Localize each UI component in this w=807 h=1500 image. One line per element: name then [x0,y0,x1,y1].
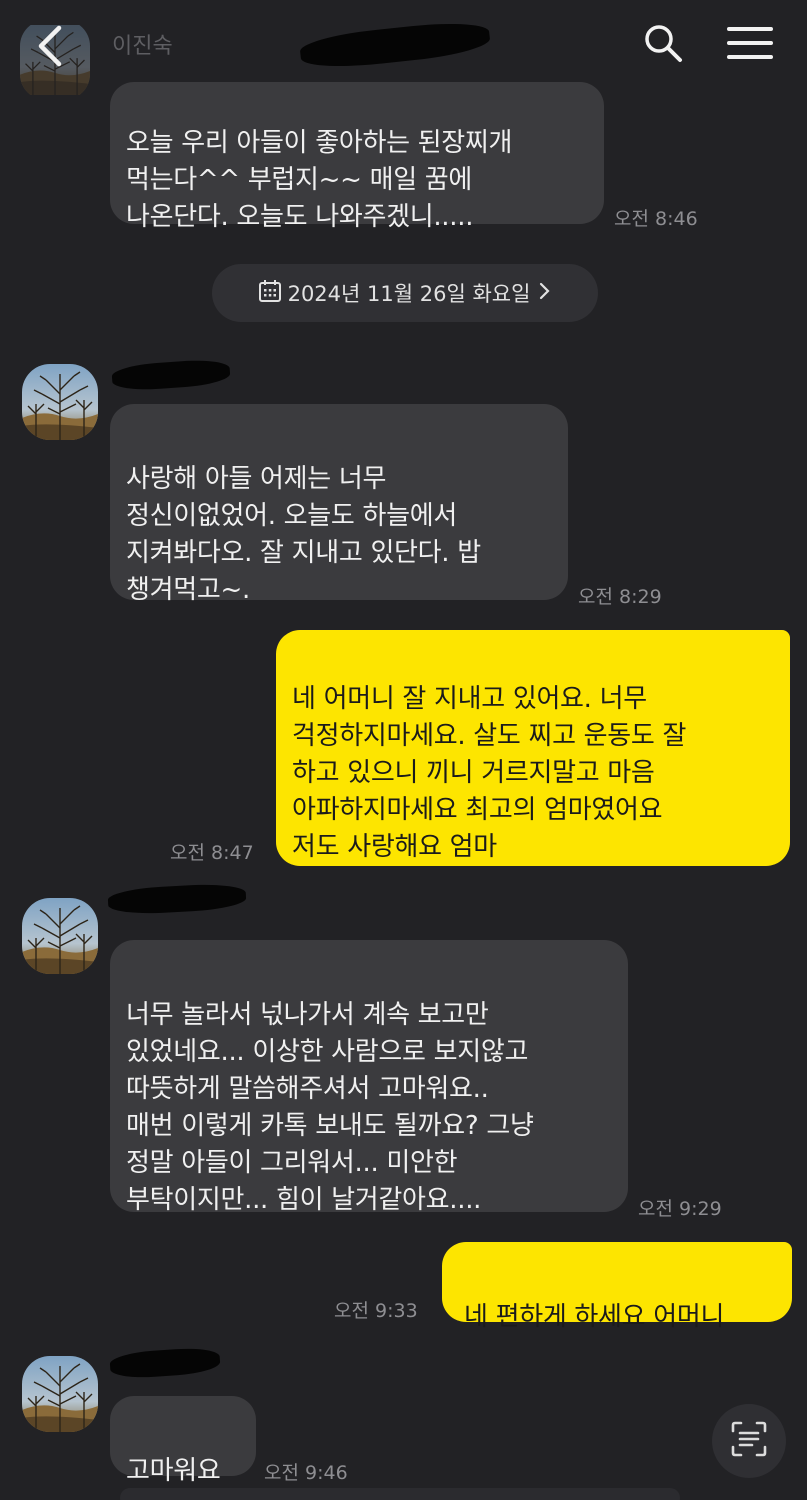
message-time: 오전 9:46 [264,1462,348,1484]
redaction-mark [298,18,492,72]
chevron-right-icon [536,281,552,306]
sender-avatar[interactable] [22,364,98,440]
chevron-left-icon [35,24,65,72]
contact-name: 이진숙 [112,34,173,59]
message-time: 오전 8:46 [614,208,698,230]
search-icon [643,23,683,67]
message-bubble-outgoing[interactable]: 네 어머니 잘 지내고 있어요. 너무 걱정하지마세요. 살도 찌고 운동도 잘… [276,630,790,866]
message-text: 오늘 우리 아들이 좋아하는 된장찌개 먹는다^^ 부럽지~~ 매일 꿈에 나온… [126,128,513,232]
message-text: 사랑해 아들 어제는 너무 정신이없었어. 오늘도 하늘에서 지켜봐다오. 잘 … [126,464,481,605]
message-text: 고마워요 [126,1456,221,1486]
message-bubble-incoming[interactable]: 사랑해 아들 어제는 너무 정신이없었어. 오늘도 하늘에서 지켜봐다오. 잘 … [110,404,568,605]
sender-avatar[interactable] [22,1356,98,1432]
message-text: 네 편하게 하세요 어머니 [464,1302,725,1332]
message-time: 오전 8:47 [170,842,254,864]
message-bubble-incoming[interactable]: 오늘 우리 아들이 좋아하는 된장찌개 먹는다^^ 부럽지~~ 매일 꿈에 나온… [110,82,604,232]
message-bubble-incoming[interactable]: 고마워요 [110,1396,256,1486]
message-bubble-incoming[interactable]: 너무 놀라서 넋나가서 계속 보고만 있었네요... 이상한 사람으로 보지않고… [110,940,628,1215]
chat-header: 이진숙 [0,0,807,96]
message-time: 오전 9:33 [334,1300,418,1322]
text-scan-button[interactable] [712,1404,786,1478]
sender-avatar[interactable] [22,898,98,974]
menu-button[interactable] [722,20,778,70]
search-button[interactable] [636,18,690,72]
message-time: 오전 9:29 [638,1198,722,1220]
message-time: 오전 8:29 [578,586,662,608]
redaction-mark [107,882,247,916]
date-divider[interactable]: 2024년 11월 26일 화요일 [212,264,598,322]
message-bubble-outgoing[interactable]: 네 편하게 하세요 어머니 [442,1242,792,1332]
message-text: 네 어머니 잘 지내고 있어요. 너무 걱정하지마세요. 살도 찌고 운동도 잘… [292,684,687,862]
back-button[interactable] [22,20,78,76]
hamburger-menu-icon [727,25,773,65]
text-scan-icon [729,1419,769,1463]
redaction-mark [109,1346,221,1380]
calendar-icon [258,279,282,308]
date-label: 2024년 11월 26일 화요일 [287,282,531,306]
message-text: 너무 놀라서 넋나가서 계속 보고만 있었네요... 이상한 사람으로 보지않고… [126,1000,534,1215]
next-message-edge [120,1488,680,1500]
redaction-mark [111,357,231,393]
